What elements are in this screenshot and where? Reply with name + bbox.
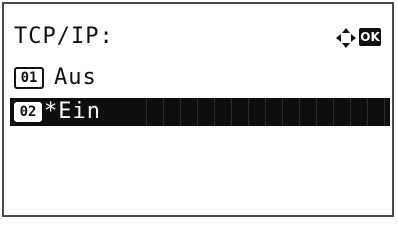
option-label: Aus — [54, 65, 97, 90]
option-aus[interactable]: 01 Aus — [14, 64, 97, 92]
lcd-panel: TCP/IP: OK 01 Aus 02 *Ein — [2, 2, 394, 217]
lcd-pixel-grid — [130, 98, 390, 126]
nav-ok-indicator: OK — [335, 27, 391, 49]
option-number-badge: 02 — [14, 102, 42, 122]
option-number-badge: 01 — [14, 67, 44, 89]
four-way-arrow-icon — [336, 28, 356, 48]
option-label: *Ein — [44, 99, 101, 124]
ok-icon: OK — [359, 28, 381, 46]
option-ein-selected[interactable]: 02 *Ein — [10, 98, 390, 126]
menu-title: TCP/IP: — [14, 24, 114, 49]
